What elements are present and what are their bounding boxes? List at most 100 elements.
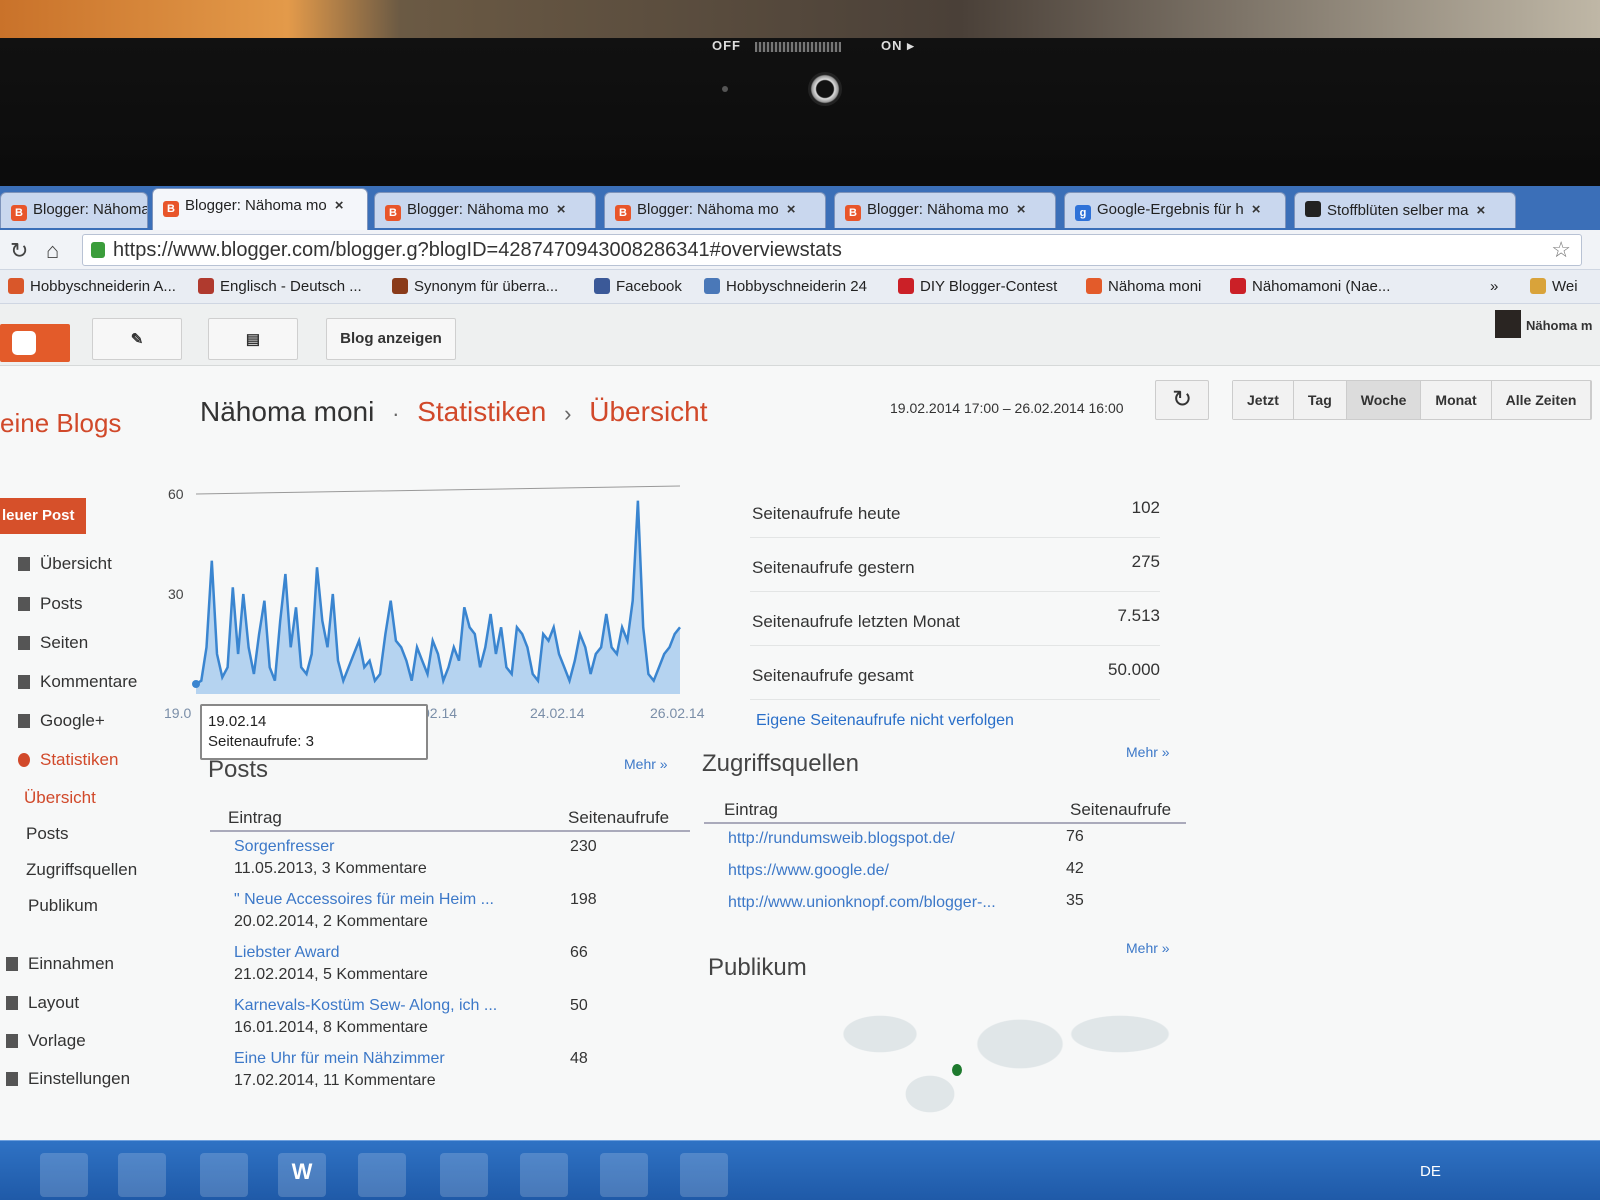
blogger-logo-icon[interactable]	[0, 324, 70, 362]
bookmark-star-icon[interactable]: ☆	[1551, 237, 1571, 263]
table-row: Karnevals-Kostüm Sew- Along, ich ... 16.0…	[210, 991, 690, 1044]
tab-favicon-icon: B	[845, 205, 861, 221]
stat-label: Seitenaufrufe gesamt	[752, 666, 914, 685]
posts-more-link[interactable]: Mehr »	[624, 756, 668, 772]
stat-row: Seitenaufrufe heute 102	[750, 484, 1160, 538]
post-title-link[interactable]: Eine Uhr für mein Nähzimmer	[234, 1050, 445, 1068]
browser-tab[interactable]: BBlogger: Nähoma mo×	[604, 192, 826, 228]
post-meta: 21.02.2014, 5 Kommentare	[234, 966, 428, 983]
source-url-link[interactable]: http://rundumsweib.blogspot.de/	[728, 830, 955, 848]
sources-col-entry: Eintrag	[724, 800, 778, 819]
source-url-link[interactable]: http://www.unionknopf.com/blogger-...	[728, 894, 996, 912]
tab-close-icon[interactable]: ×	[1476, 202, 1485, 219]
address-bar[interactable]: https://www.blogger.com/blogger.g?blogID…	[82, 234, 1582, 266]
taskbar-chrome-icon[interactable]	[520, 1153, 568, 1197]
pages-button[interactable]: ▤	[208, 318, 298, 360]
sidebar-item[interactable]: Publikum	[28, 896, 98, 916]
taskbar-app2-icon[interactable]	[440, 1153, 488, 1197]
tab-close-icon[interactable]: ×	[1252, 201, 1261, 218]
stat-row: Seitenaufrufe letzten Monat 7.513	[750, 592, 1160, 646]
sidebar-item-label: Einnahmen	[28, 954, 115, 973]
sidebar-item[interactable]: Posts	[26, 824, 69, 844]
background-scene	[0, 0, 1600, 38]
period-0[interactable]: Jetzt	[1233, 381, 1294, 419]
posts-col-views: Seitenaufrufe	[568, 808, 670, 827]
sidebar-item[interactable]: Posts	[18, 594, 83, 614]
tab-close-icon[interactable]: ×	[787, 201, 796, 218]
tab-strip: B Blogger: Nähoma mo × B Blogger: Nähoma mo ×…	[0, 186, 1600, 230]
period-2[interactable]: Woche	[1346, 381, 1422, 419]
sidebar-item[interactable]: Übersicht	[18, 554, 112, 574]
tab-title: Blogger: Nähoma mo	[407, 201, 549, 218]
tab-favicon-icon: B	[615, 205, 631, 221]
blog-name[interactable]: Nähoma moni	[200, 396, 374, 427]
browser-tab[interactable]: BBlogger: Nähoma mo×	[0, 192, 148, 228]
sidebar-item-icon	[6, 996, 18, 1010]
bookmark-item[interactable]: Nähomamoni (Nae...	[1230, 278, 1390, 295]
bookmark-item[interactable]: Englisch - Deutsch ...	[198, 278, 362, 295]
browser-tab[interactable]: Stoffblüten selber ma ×	[1294, 192, 1516, 228]
home-icon[interactable]: ⌂	[46, 238, 59, 264]
taskbar-folder2-icon[interactable]	[680, 1153, 728, 1197]
source-url-link[interactable]: https://www.google.de/	[728, 862, 889, 880]
sidebar-item[interactable]: Einnahmen	[6, 954, 114, 974]
account-name[interactable]: Nähoma m	[1526, 318, 1592, 333]
taskbar-explorer-icon[interactable]	[40, 1153, 88, 1197]
avatar[interactable]	[1495, 310, 1521, 338]
taskbar-ie-icon[interactable]	[118, 1153, 166, 1197]
breadcrumb-stats[interactable]: Statistiken	[417, 396, 546, 427]
sidebar-item[interactable]: Zugriffsquellen	[26, 860, 137, 880]
sidebar-item[interactable]: Einstellungen	[6, 1069, 130, 1089]
new-post-button[interactable]: leuer Post	[0, 498, 86, 534]
sources-more-link[interactable]: Mehr »	[1126, 744, 1170, 760]
bookmark-item[interactable]: Nähoma moni	[1086, 278, 1201, 295]
tab-close-icon[interactable]: ×	[1017, 201, 1026, 218]
browser-tab[interactable]: g Google-Ergebnis für h ×	[1064, 192, 1286, 228]
sidebar-item[interactable]: Übersicht	[24, 788, 96, 808]
refresh-button[interactable]: ↻	[1155, 380, 1209, 420]
taskbar-app-icon[interactable]	[358, 1153, 406, 1197]
audience-title: Publikum	[708, 954, 807, 981]
post-title-link[interactable]: " Neue Accessoires für mein Heim ...	[234, 891, 494, 909]
bookmarks-more[interactable]: »	[1490, 278, 1498, 295]
sidebar-item[interactable]: Statistiken	[18, 750, 118, 770]
tab-favicon-icon: B	[11, 205, 27, 221]
no-track-link[interactable]: Eigene Seitenaufrufe nicht verfolgen	[756, 712, 1014, 730]
tab-title: Google-Ergebnis für h	[1097, 201, 1244, 218]
post-title-link[interactable]: Karnevals-Kostüm Sew- Along, ich ...	[234, 997, 497, 1015]
taskbar-pdf-icon[interactable]	[600, 1153, 648, 1197]
stat-label: Seitenaufrufe letzten Monat	[752, 612, 960, 631]
taskbar-word-icon[interactable]: W	[278, 1153, 326, 1197]
tab-close-icon[interactable]: ×	[335, 197, 344, 214]
browser-tab[interactable]: BBlogger: Nähoma mo×	[152, 188, 368, 230]
new-post-pencil-button[interactable]: ✎	[92, 318, 182, 360]
bookmark-item[interactable]: Synonym für überra...	[392, 278, 558, 295]
browser-tab[interactable]: BBlogger: Nähoma mo×	[834, 192, 1056, 228]
period-1[interactable]: Tag	[1293, 381, 1347, 419]
bookmark-item[interactable]: Hobbyschneiderin A...	[8, 278, 176, 295]
bookmark-item[interactable]: Facebook	[594, 278, 682, 295]
audience-more-link[interactable]: Mehr »	[1126, 940, 1170, 956]
sidebar-item[interactable]: Seiten	[18, 633, 88, 653]
reload-icon[interactable]: ↻	[10, 238, 28, 264]
my-blogs-link[interactable]: eine Blogs	[0, 408, 121, 439]
bookmark-item[interactable]: Hobbyschneiderin 24	[704, 278, 867, 295]
period-3[interactable]: Monat	[1421, 381, 1492, 419]
sidebar-item-icon	[18, 597, 30, 611]
period-4[interactable]: Alle Zeiten	[1491, 381, 1592, 419]
sidebar-item[interactable]: Kommentare	[18, 672, 137, 692]
sidebar-item[interactable]: Google+	[18, 711, 105, 731]
tab-close-icon[interactable]: ×	[557, 201, 566, 218]
browser-tab[interactable]: BBlogger: Nähoma mo×	[374, 192, 596, 228]
sidebar-item-label: Google+	[40, 711, 105, 730]
bookmark-item[interactable]: DIY Blogger-Contest	[898, 278, 1057, 295]
sidebar-item[interactable]: Layout	[6, 993, 79, 1013]
sidebar-item[interactable]: Vorlage	[6, 1031, 86, 1051]
view-blog-button[interactable]: Blog anzeigen	[326, 318, 456, 360]
taskbar-folder-icon[interactable]	[200, 1153, 248, 1197]
post-title-link[interactable]: Sorgenfresser	[234, 838, 335, 856]
bookmark-item[interactable]: Wei	[1530, 278, 1578, 295]
bookmark-label: Englisch - Deutsch ...	[220, 278, 362, 295]
post-title-link[interactable]: Liebster Award	[234, 944, 340, 962]
language-indicator[interactable]: DE	[1420, 1163, 1441, 1180]
